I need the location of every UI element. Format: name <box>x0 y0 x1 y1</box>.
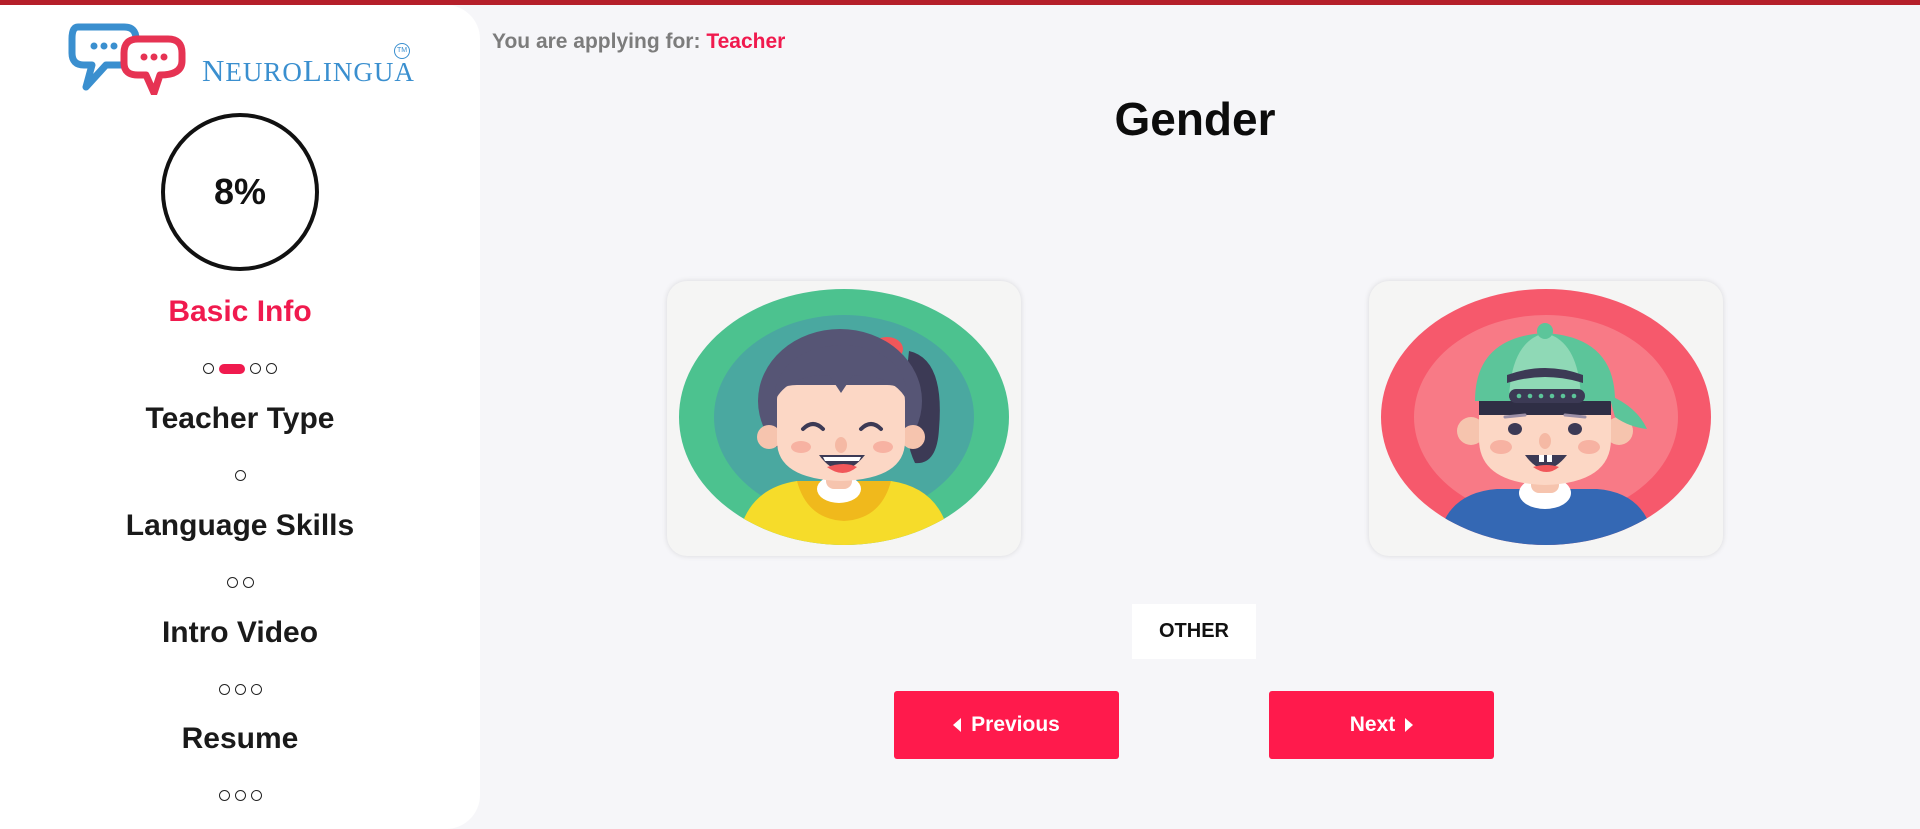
substep-dot <box>234 470 246 481</box>
gender-option-female[interactable] <box>667 281 1021 556</box>
step-intro-video[interactable]: Intro Video <box>0 616 480 650</box>
progress-indicator: 8% <box>161 113 319 271</box>
next-button[interactable]: Next <box>1269 691 1494 759</box>
previous-button[interactable]: Previous <box>894 691 1119 759</box>
girl-avatar-icon <box>679 289 1009 545</box>
substep-dot <box>266 363 277 374</box>
substep-dot <box>234 684 246 695</box>
gender-option-male[interactable] <box>1369 281 1723 556</box>
step-resume-dots <box>0 790 480 801</box>
next-label: Next <box>1349 713 1396 736</box>
step-language-skills-dots <box>0 577 480 588</box>
step-teacher-type[interactable]: Teacher Type <box>0 402 480 436</box>
page-title: Gender <box>1114 93 1276 145</box>
step-intro-video-dots <box>0 684 480 695</box>
step-basic-info[interactable]: Basic Info <box>0 295 480 329</box>
substep-dot <box>218 790 230 801</box>
substep-dot <box>242 577 254 588</box>
step-teacher-type-dots <box>0 470 480 481</box>
speech-bubbles-icon <box>68 23 186 97</box>
substep-dot-current <box>219 363 245 374</box>
caret-left-icon <box>953 718 962 732</box>
previous-label: Previous <box>971 713 1060 736</box>
logo-wordmark: NEUROLINGUA <box>202 53 415 88</box>
progress-sidebar: NEUROLINGUA TM 8% Basic Info Teacher Typ… <box>0 5 480 829</box>
substep-dot <box>234 790 246 801</box>
substep-dot <box>203 363 214 374</box>
applying-prefix: You are applying for: <box>492 30 701 53</box>
applying-role: Teacher <box>706 30 786 53</box>
trademark-badge: TM <box>394 43 410 59</box>
substep-dot <box>250 684 262 695</box>
boy-avatar-icon <box>1381 289 1711 545</box>
neurolingua-logo[interactable]: NEUROLINGUA TM <box>68 17 415 97</box>
substep-dot <box>250 363 261 374</box>
substep-dot <box>226 577 238 588</box>
applying-for-text: You are applying for: Teacher <box>492 30 785 54</box>
step-resume[interactable]: Resume <box>0 722 480 756</box>
gender-option-other[interactable]: OTHER <box>1132 604 1256 659</box>
substep-dot <box>250 790 262 801</box>
substep-dot <box>218 684 230 695</box>
step-basic-info-dots <box>0 363 480 374</box>
caret-right-icon <box>1405 718 1414 732</box>
step-language-skills[interactable]: Language Skills <box>0 509 480 543</box>
